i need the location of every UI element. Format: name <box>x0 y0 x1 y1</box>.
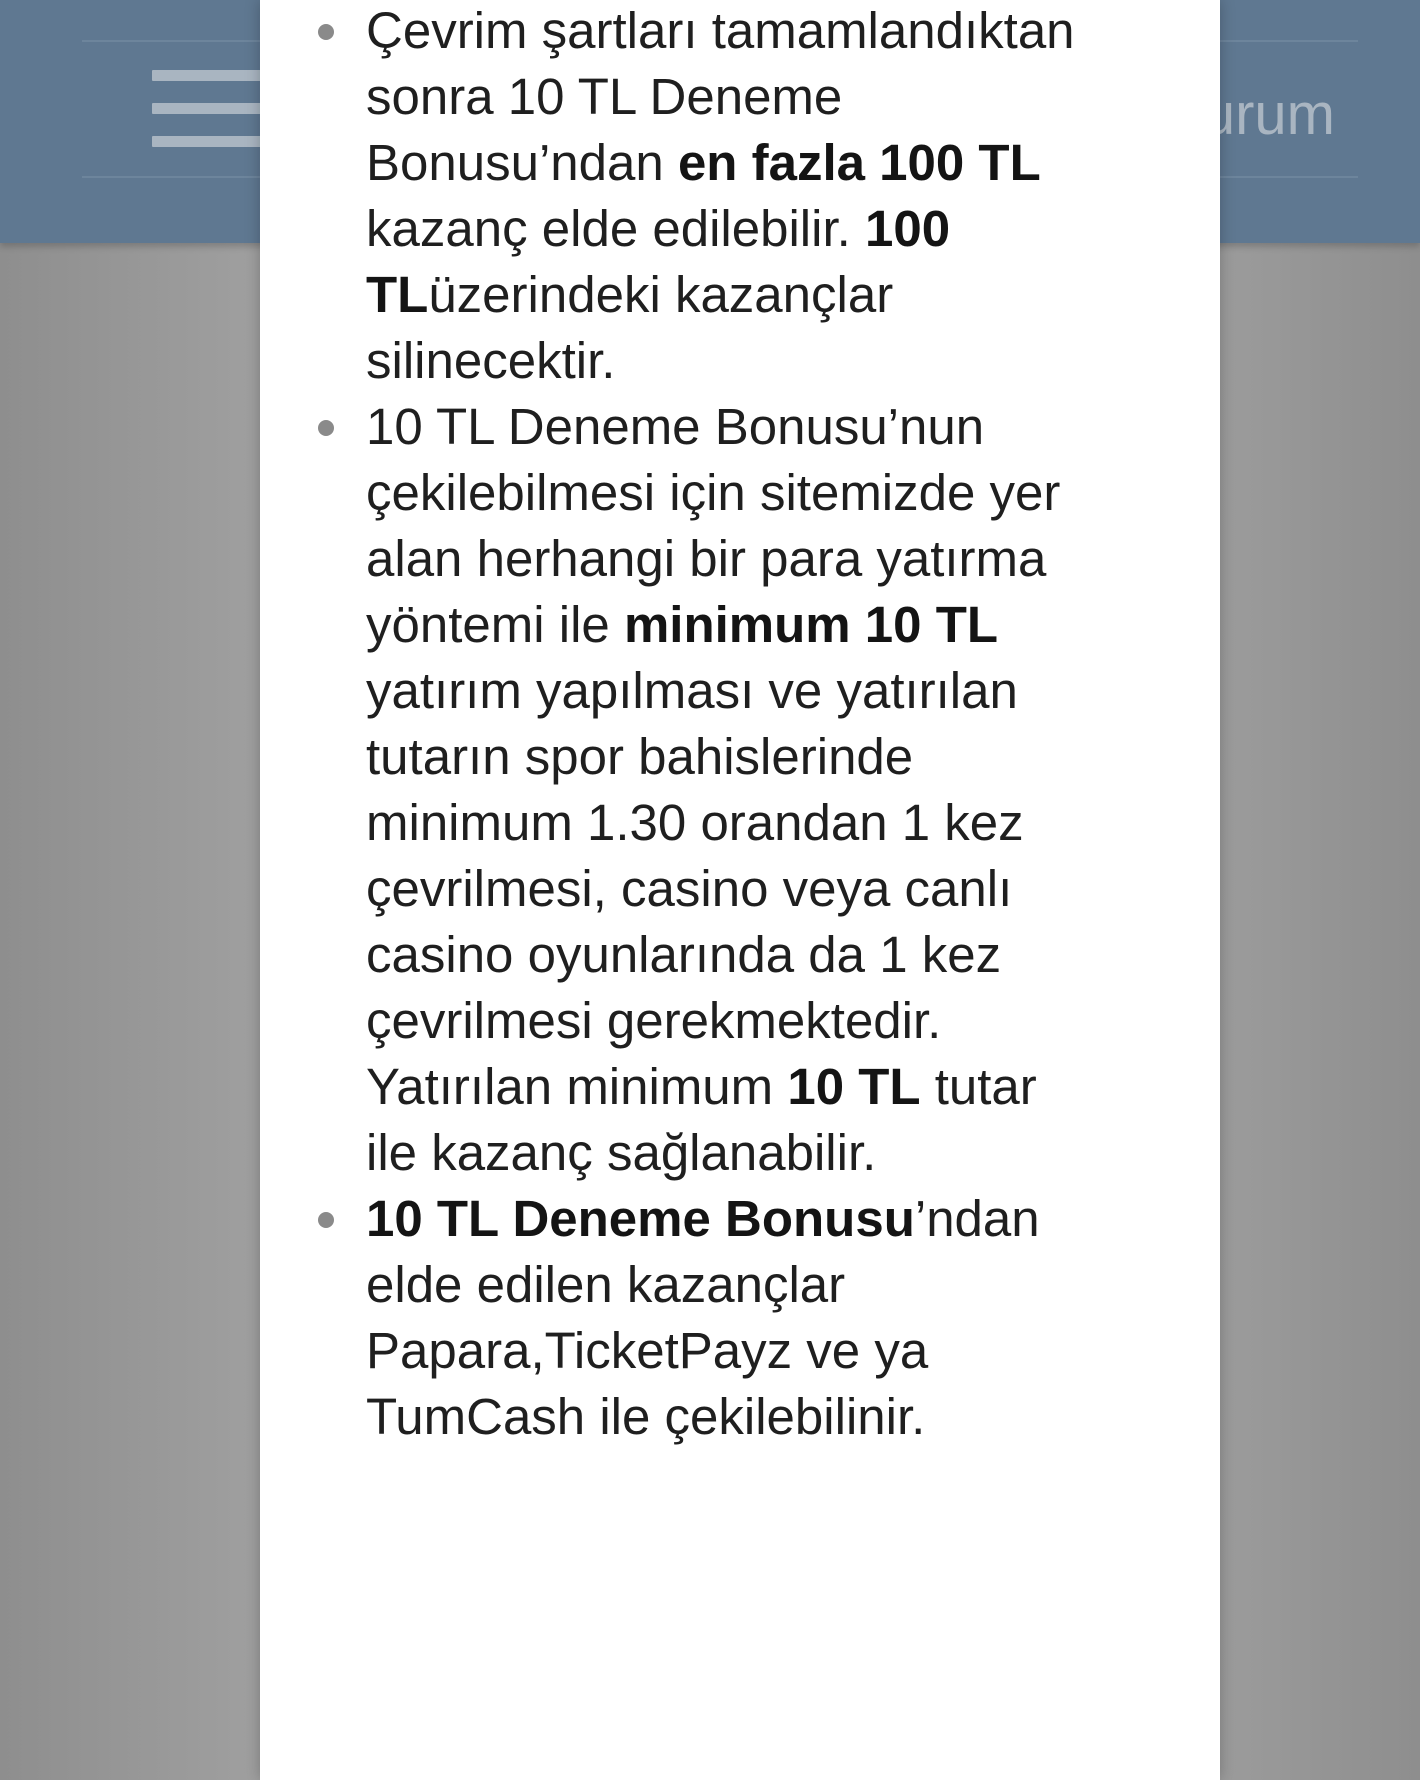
term-text: yatırım yapılması ve yatırılan tutarın s… <box>366 662 1024 1115</box>
terms-list: Çevrim şartları tamamlandıktan sonra 10 … <box>318 0 1086 1450</box>
bullet-icon <box>318 24 334 40</box>
bullet-icon <box>318 420 334 436</box>
bonus-terms-modal: Çevrim şartları tamamlandıktan sonra 10 … <box>260 0 1220 1780</box>
hamburger-menu-icon[interactable] <box>152 70 262 148</box>
hamburger-bar <box>152 136 262 147</box>
term-text-bold: 10 TL <box>787 1058 921 1115</box>
term-text: kazanç elde edilebilir. <box>366 200 865 257</box>
term-item: 10 TL Deneme Bonusu’nun çekilebilmesi iç… <box>318 394 1086 1186</box>
term-text-bold: 10 TL Deneme Bonusu <box>366 1190 915 1247</box>
hamburger-bar <box>152 103 262 114</box>
hamburger-bar <box>152 70 262 81</box>
term-text-bold: minimum 10 TL <box>623 596 999 653</box>
term-text-bold: en fazla 100 TL <box>677 134 1041 191</box>
bullet-icon <box>318 1212 334 1228</box>
term-text: üzerindeki kazançlar silinecektir. <box>366 266 894 389</box>
term-item: 10 TL Deneme Bonusu’ndan elde edilen kaz… <box>318 1186 1086 1450</box>
term-item: Çevrim şartları tamamlandıktan sonra 10 … <box>318 0 1086 394</box>
